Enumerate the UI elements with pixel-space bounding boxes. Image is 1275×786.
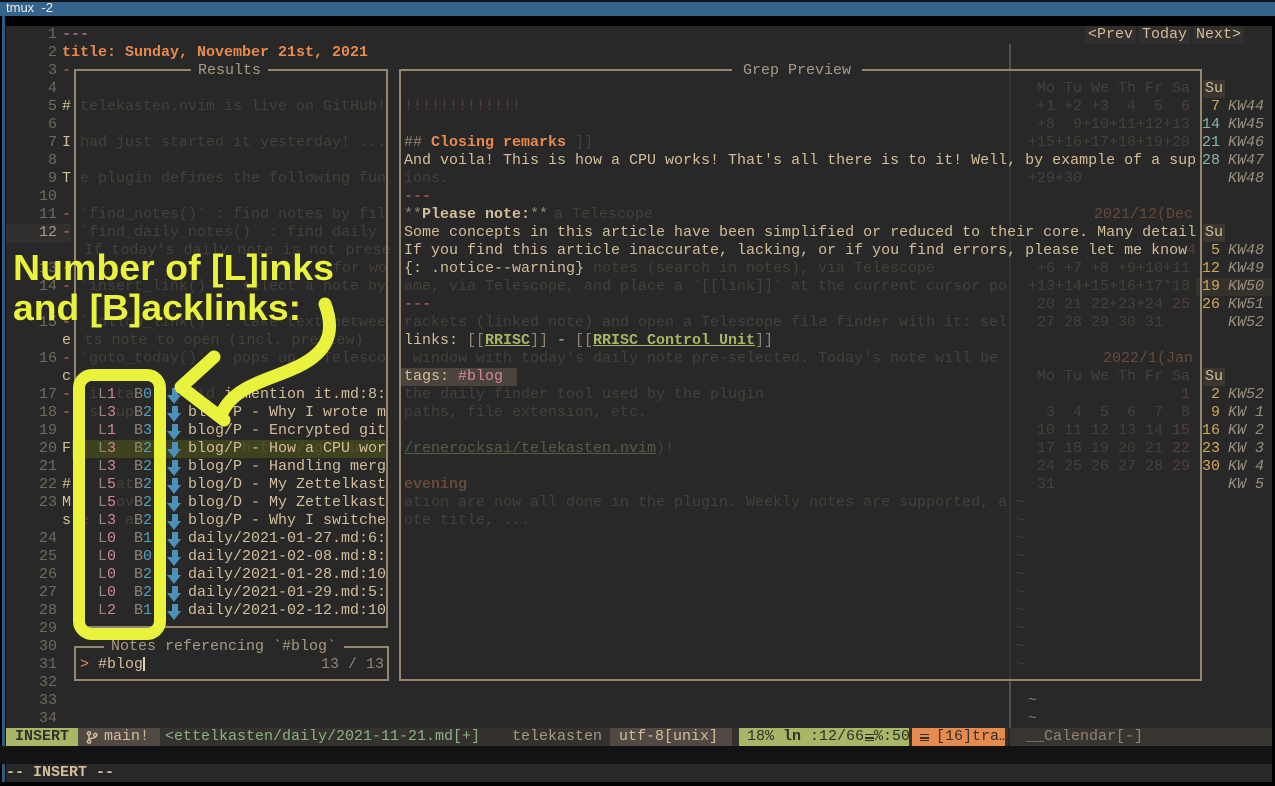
- svg-text:and [B]acklinks:: and [B]acklinks:: [13, 287, 301, 328]
- svg-text:Number of [L]inks: Number of [L]inks: [13, 247, 334, 288]
